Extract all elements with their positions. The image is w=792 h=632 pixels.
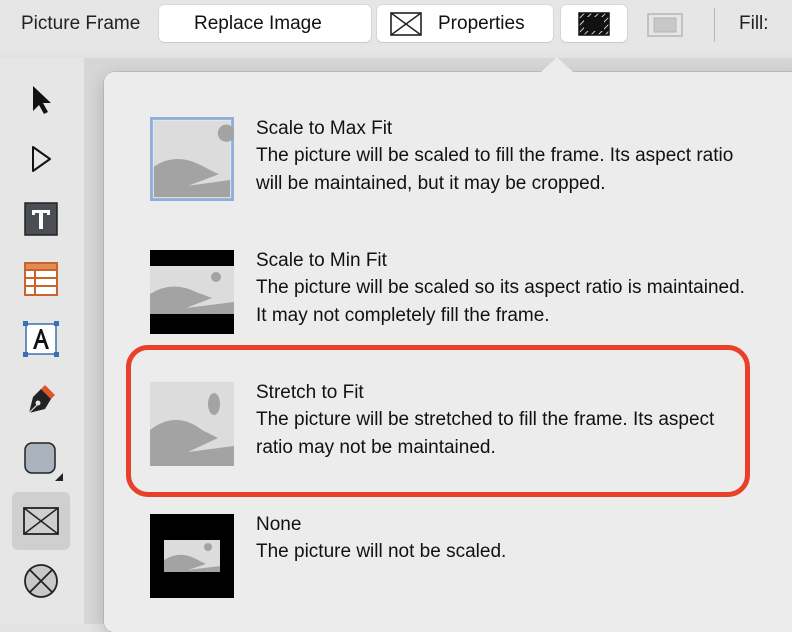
node-tool[interactable]	[12, 130, 70, 188]
replace-image-label: Replace Image	[194, 13, 322, 34]
picture-frame-tool[interactable]	[12, 492, 70, 550]
context-toolbar: Picture Frame Replace Image Properties F…	[0, 0, 792, 52]
scale-max-fit-icon	[150, 117, 234, 201]
frame-fit-icon[interactable]	[647, 13, 683, 37]
frame-text-tool[interactable]	[12, 310, 70, 368]
picture-frame-icon	[23, 507, 59, 535]
vector-crop-icon	[24, 564, 58, 598]
option-title: None	[256, 514, 302, 535]
scale-min-fit-icon	[150, 250, 234, 334]
direct-select-icon	[32, 146, 51, 172]
properties-button[interactable]: Properties	[377, 5, 553, 42]
picture-frame-icon	[390, 12, 422, 36]
hatched-frame-icon	[578, 12, 610, 36]
vector-crop-tool[interactable]	[12, 552, 70, 610]
option-scale-to-max-fit[interactable]: Scale to Max Fit The picture will be sca…	[104, 112, 764, 212]
shape-tool-icon	[24, 442, 63, 481]
text-frame-icon	[23, 321, 59, 357]
option-description: The picture will not be scaled.	[256, 541, 507, 562]
stretch-to-fit-highlight	[126, 345, 750, 497]
toolbar-divider	[714, 8, 715, 42]
pen-tool[interactable]	[12, 370, 70, 428]
text-tool-icon	[24, 202, 58, 236]
artistic-text-tool[interactable]	[12, 190, 70, 248]
option-none[interactable]: None The picture will not be scaled.	[104, 508, 764, 608]
move-tool[interactable]	[12, 70, 70, 128]
replace-image-button[interactable]: Replace Image	[159, 5, 371, 42]
fill-label: Fill:	[739, 13, 769, 34]
option-title: Scale to Max Fit	[256, 118, 393, 139]
tools-panel	[0, 58, 84, 624]
shape-tool[interactable]	[12, 430, 70, 488]
option-scale-to-min-fit[interactable]: Scale to Min Fit The picture will be sca…	[104, 244, 764, 344]
frame-style-button[interactable]	[561, 5, 627, 42]
arrow-pointer-icon	[33, 86, 51, 114]
option-description: The picture will be scaled to fill the f…	[256, 145, 734, 194]
toolbar-title: Picture Frame	[21, 13, 141, 34]
option-description: The picture will be scaled so its aspect…	[256, 277, 745, 326]
no-scale-icon	[150, 514, 234, 598]
table-tool[interactable]	[12, 250, 70, 308]
table-tool-icon	[24, 262, 58, 296]
option-title: Scale to Min Fit	[256, 250, 387, 271]
properties-label: Properties	[438, 13, 525, 34]
pen-tool-icon	[28, 385, 55, 414]
popover-arrow	[540, 57, 574, 73]
